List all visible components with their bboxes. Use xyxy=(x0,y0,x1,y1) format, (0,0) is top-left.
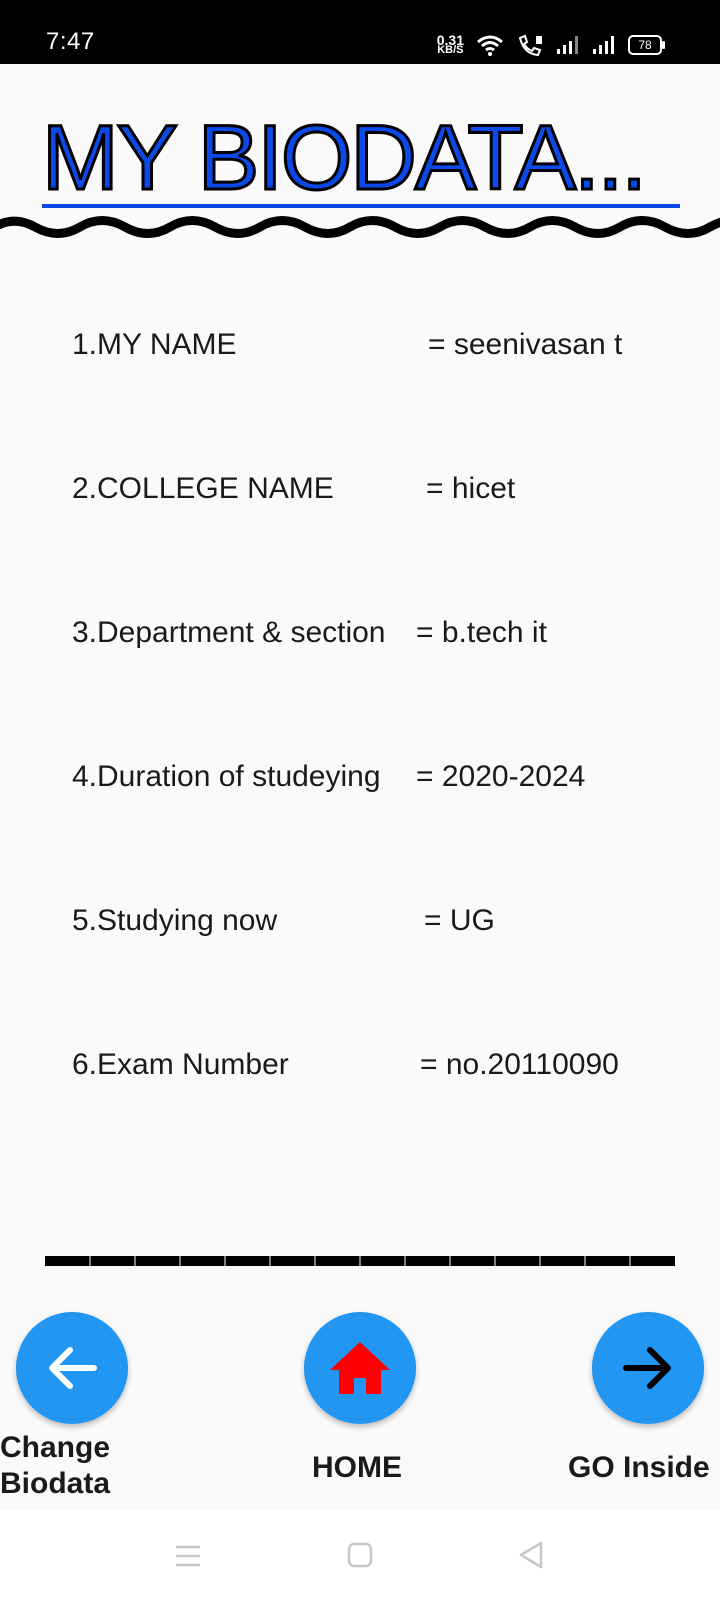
title-underline xyxy=(42,204,680,208)
network-speed-unit: KB/S xyxy=(437,44,464,56)
go-inside-label[interactable]: GO Inside xyxy=(568,1450,710,1486)
wifi-icon xyxy=(477,35,503,56)
squiggle-divider xyxy=(0,216,720,238)
change-label-line1: Change xyxy=(0,1431,111,1464)
change-label-line2: Biodata xyxy=(0,1467,111,1500)
arrow-right-icon xyxy=(623,1347,671,1389)
page-title: MY BIODATA... xyxy=(41,107,649,210)
home-button[interactable] xyxy=(304,1312,416,1424)
row-value: = hicet xyxy=(426,472,516,505)
system-nav-bar xyxy=(0,1510,720,1600)
arrow-left-icon xyxy=(49,1347,97,1389)
status-time: 7:47 xyxy=(46,28,95,55)
row-label: 5.Studying now xyxy=(72,904,278,937)
battery-level: 78 xyxy=(638,38,652,52)
row-label: 1.MY NAME xyxy=(72,328,237,361)
network-speed: 0.31 KB/S xyxy=(437,33,464,56)
row-value: = UG xyxy=(424,904,495,937)
home-square-icon[interactable] xyxy=(347,1542,373,1568)
biodata-row-college: 2.COLLEGE NAME = hicet xyxy=(72,472,515,506)
signal-icon-sim1 xyxy=(557,36,578,54)
battery-icon: 78 xyxy=(628,35,665,55)
row-value: = seenivasan t xyxy=(428,328,623,361)
back-icon[interactable] xyxy=(518,1540,544,1570)
menu-icon[interactable] xyxy=(174,1544,202,1568)
home-icon xyxy=(330,1342,390,1394)
home-label[interactable]: HOME xyxy=(312,1450,402,1486)
change-biodata-label[interactable]: Change Biodata xyxy=(0,1430,110,1502)
dashed-divider xyxy=(45,1256,675,1266)
biodata-row-studying: 5.Studying now = UG xyxy=(72,904,495,938)
row-label: 6.Exam Number xyxy=(72,1048,289,1081)
row-label: 4.Duration of studeying xyxy=(72,760,381,793)
go-inside-button[interactable] xyxy=(592,1312,704,1424)
signal-icon-sim2 xyxy=(593,36,614,54)
row-label: 3.Department & section xyxy=(72,616,386,649)
row-label: 2.COLLEGE NAME xyxy=(72,472,334,505)
biodata-row-exam: 6.Exam Number = no.20110090 xyxy=(72,1048,619,1082)
status-icons: 0.31 KB/S 78 xyxy=(437,30,665,60)
biodata-row-department: 3.Department & section = b.tech it xyxy=(72,616,547,650)
status-bar: 7:47 0.31 KB/S 78 xyxy=(0,0,720,64)
biodata-row-name: 1.MY NAME = seenivasan t xyxy=(72,328,622,362)
biodata-row-duration: 4.Duration of studeying = 2020-2024 xyxy=(72,760,585,794)
row-value: = no.20110090 xyxy=(420,1048,619,1081)
row-value: = 2020-2024 xyxy=(416,760,586,793)
row-value: = b.tech it xyxy=(416,616,547,649)
change-biodata-button[interactable] xyxy=(16,1312,128,1424)
wifi-calling-icon xyxy=(518,34,542,56)
